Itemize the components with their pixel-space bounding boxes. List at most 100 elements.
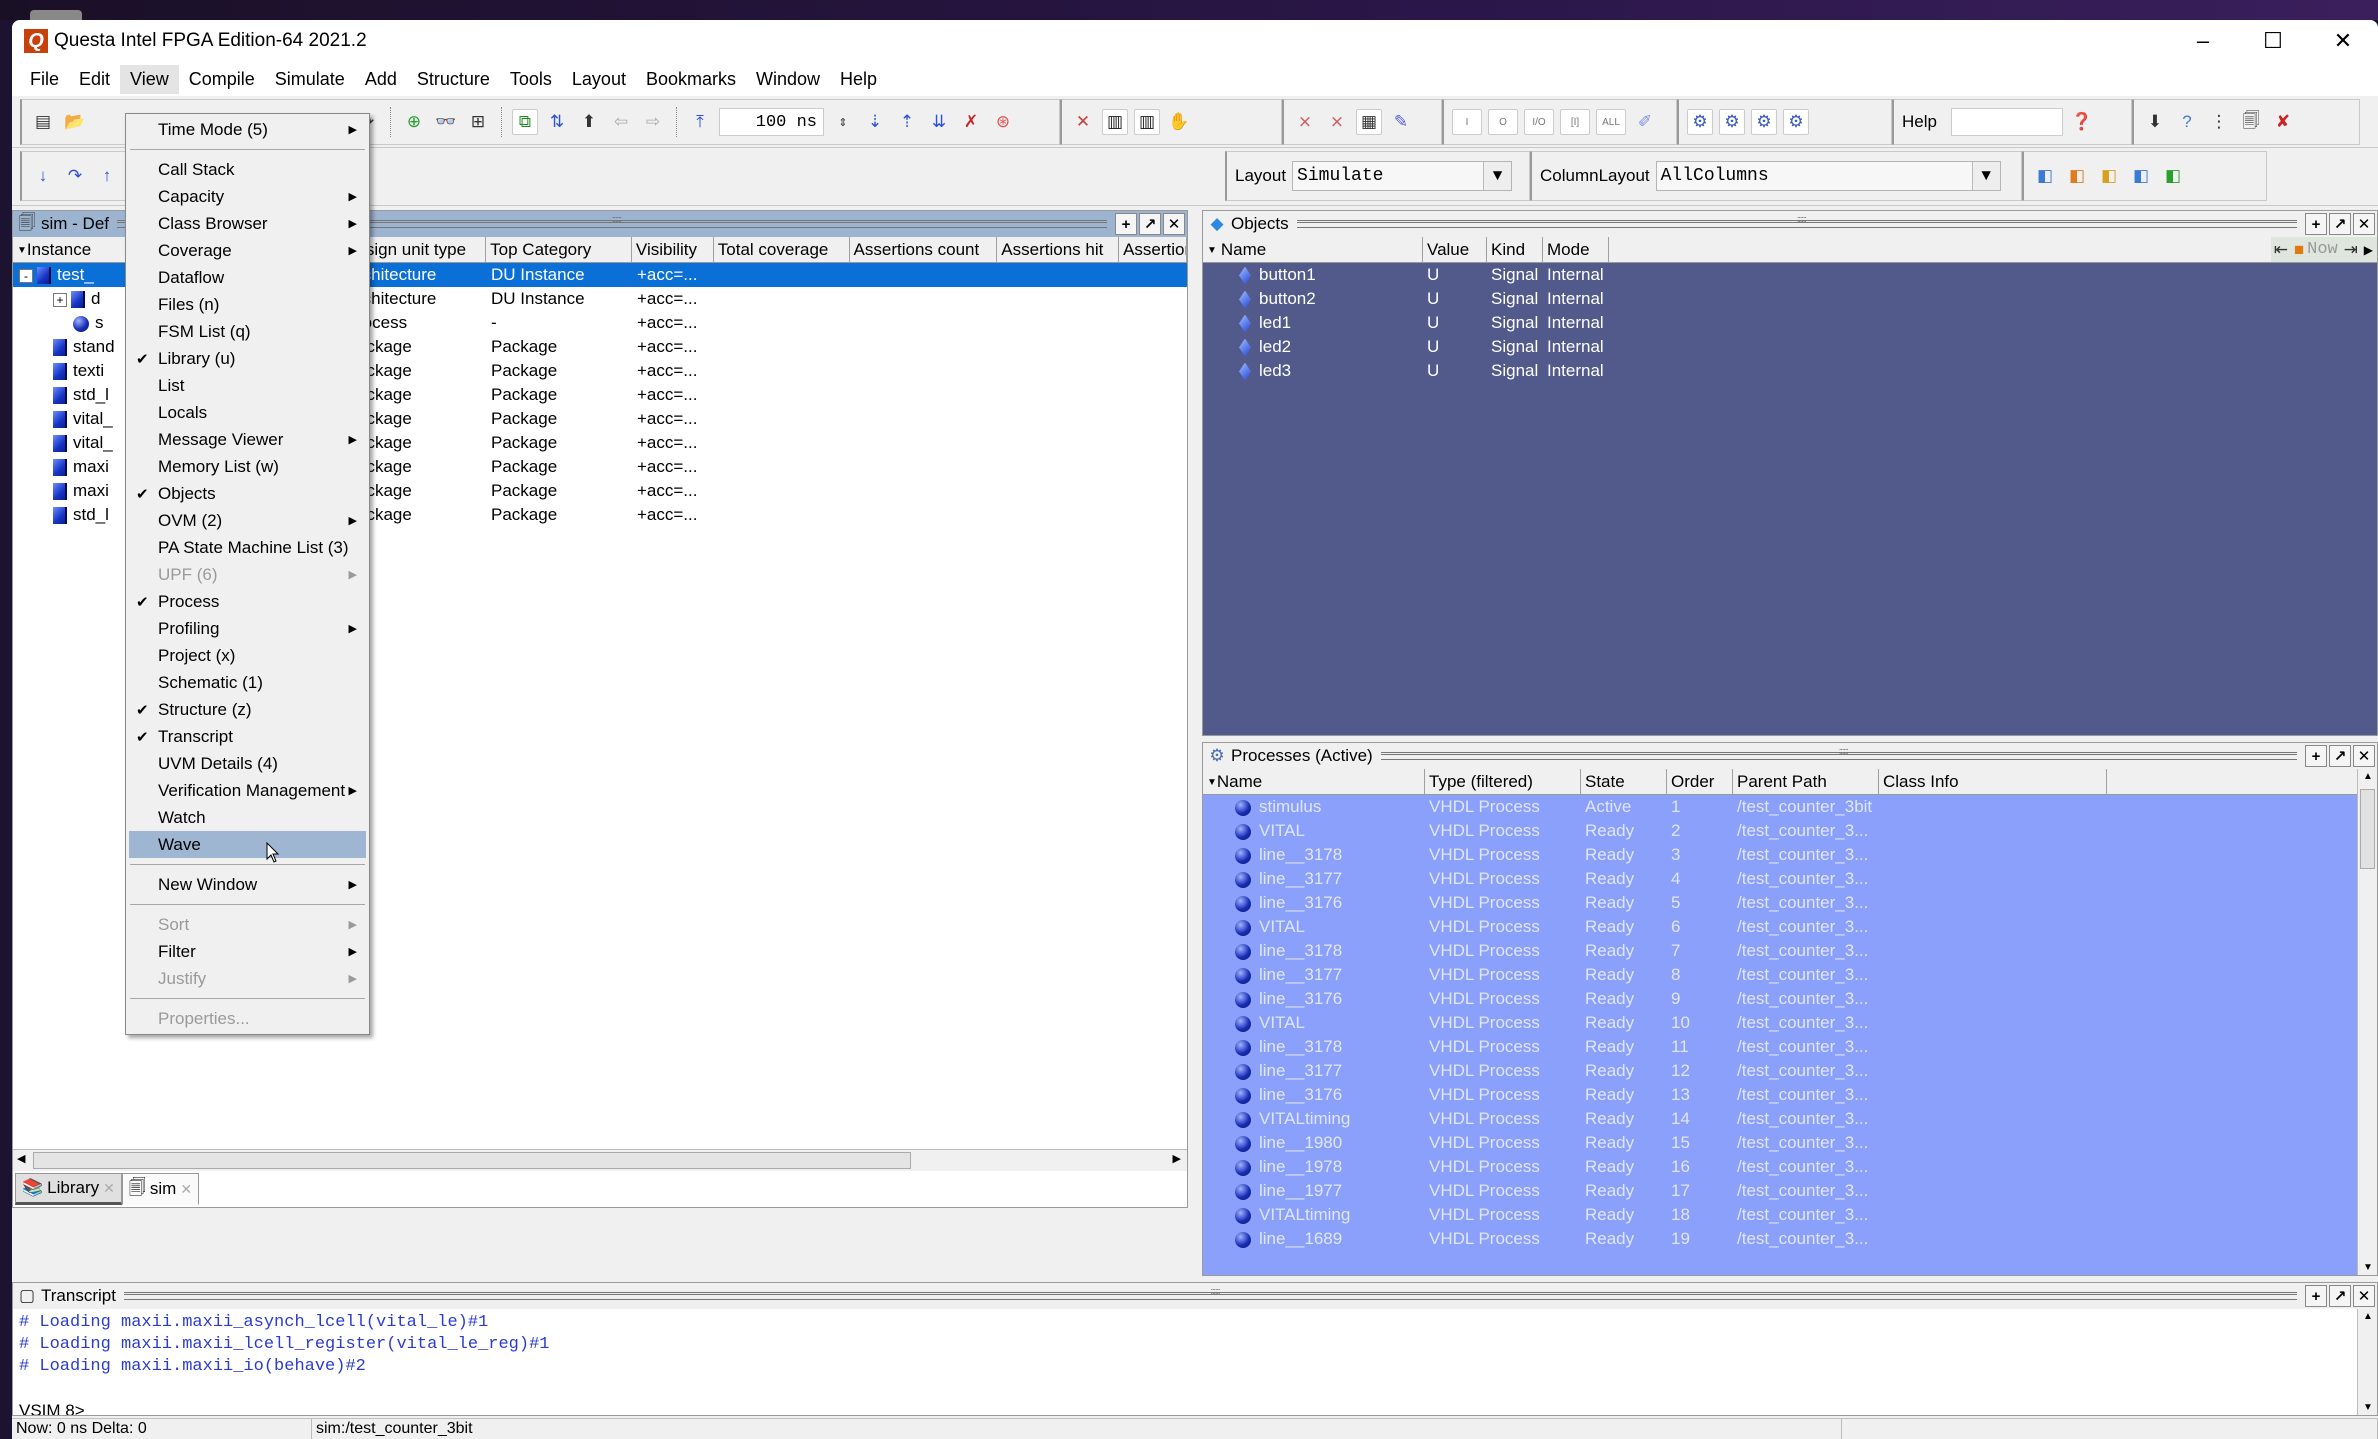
menu-bookmarks[interactable]: Bookmarks	[636, 65, 746, 94]
menu-tools[interactable]: Tools	[500, 65, 562, 94]
process-row[interactable]: line__1980 VHDL Process Ready 15/test_count…	[1203, 1131, 2357, 1155]
object-row[interactable]: button1 U Signal Internal	[1203, 263, 2377, 287]
process-row[interactable]: line__1977 VHDL Process Ready 17/test_count…	[1203, 1179, 2357, 1203]
transcript-vertical-scrollbar[interactable]: ▲ ▼	[2357, 1309, 2377, 1415]
process-row[interactable]: VITAL VHDL Process Ready 2/test_counter_3..…	[1203, 819, 2357, 843]
layout-select[interactable]: Simulate ▼	[1292, 161, 1513, 191]
compile-all-icon[interactable]: ⇅	[544, 109, 570, 135]
column-layout-select[interactable]: AllColumns ▼	[1655, 161, 2001, 191]
find-binoculars-icon[interactable]: 👓	[433, 109, 459, 135]
column-header-class-info[interactable]: Class Info	[1879, 769, 2107, 795]
view-menu-item-structure-z[interactable]: ✔ Structure (z)	[126, 696, 369, 723]
gear-yellow2-icon[interactable]: ⚙	[1751, 109, 1777, 135]
close-doc-icon[interactable]: ✘	[2270, 109, 2296, 135]
pane-drag-handle[interactable]	[1296, 214, 2297, 228]
tab-sim[interactable]: 🗐 sim ✕	[121, 1173, 200, 1205]
restart-icon[interactable]: ⤒	[687, 109, 713, 135]
column-header-mode[interactable]: Mode	[1543, 237, 1609, 263]
pane-close-button[interactable]: ✕	[2353, 745, 2375, 767]
pane-close-button[interactable]: ✕	[2353, 1285, 2375, 1307]
menu-help[interactable]: Help	[830, 65, 887, 94]
close-button[interactable]: ✕	[2308, 20, 2378, 62]
object-row[interactable]: led3 U Signal Internal	[1203, 359, 2377, 383]
break-wave-icon[interactable]: ✕	[1070, 109, 1096, 135]
view-menu-item-call-stack[interactable]: Call Stack	[126, 156, 369, 183]
show-inputs-button[interactable]: I	[1452, 109, 1482, 135]
view-menu-item-pa-state-machine-list-3[interactable]: PA State Machine List (3)	[126, 534, 369, 561]
show-inouts-button[interactable]: I/O	[1524, 109, 1554, 135]
menu-structure[interactable]: Structure	[407, 65, 500, 94]
menu-simulate[interactable]: Simulate	[265, 65, 355, 94]
view-menu-item-transcript[interactable]: ✔ Transcript	[126, 723, 369, 750]
next-transition-icon[interactable]: ⨯	[1324, 109, 1350, 135]
run-length-spinner[interactable]: ⇕	[830, 109, 856, 135]
process-row[interactable]: line__3176 VHDL Process Ready 5/test_counte…	[1203, 891, 2357, 915]
processes-vertical-scrollbar[interactable]: ▲ ▼	[2357, 769, 2377, 1275]
column-header-parent-path[interactable]: Parent Path	[1733, 769, 1879, 795]
view-menu-item-ovm-2[interactable]: OVM (2) ▶	[126, 507, 369, 534]
column-header-assertions-count[interactable]: Assertions count	[850, 237, 998, 263]
view-menu-item-class-browser[interactable]: Class Browser ▶	[126, 210, 369, 237]
process-row[interactable]: VITALtiming VHDL Process Ready 18/test_coun…	[1203, 1203, 2357, 1227]
column-header-kind[interactable]: Kind	[1487, 237, 1543, 263]
tree-expand-icon[interactable]: ⊞	[465, 109, 491, 135]
view-menu-item-schematic-1[interactable]: Schematic (1)	[126, 669, 369, 696]
view-menu-item-objects[interactable]: ✔ Objects	[126, 480, 369, 507]
memory-profile-icon[interactable]: ▥	[1134, 109, 1160, 135]
view-menu-item-coverage[interactable]: Coverage ▶	[126, 237, 369, 264]
column-header-value[interactable]: Value	[1423, 237, 1487, 263]
expand-icon[interactable]: +	[53, 293, 67, 307]
pane-undock-button[interactable]: ↗	[1139, 213, 1161, 235]
view-menu-item-new-window[interactable]: New Window ▶	[126, 871, 369, 898]
process-row[interactable]: VITALtiming VHDL Process Ready 14/test_coun…	[1203, 1107, 2357, 1131]
pane-add-button[interactable]: +	[2305, 745, 2327, 767]
tab-library[interactable]: 📚 Library ✕	[15, 1173, 122, 1205]
run-length-input[interactable]: 100 ns	[719, 108, 824, 136]
process-row[interactable]: VITAL VHDL Process Ready 6/test_counter_3..…	[1203, 915, 2357, 939]
show-internals-button[interactable]: [I]	[1560, 109, 1590, 135]
column-header-order[interactable]: Order	[1667, 769, 1733, 795]
pane-close-button[interactable]: ✕	[1163, 213, 1185, 235]
list-dotted-icon[interactable]: ⋮	[2206, 109, 2232, 135]
help-search-input[interactable]	[1950, 108, 2063, 136]
menu-file[interactable]: File	[20, 65, 69, 94]
scroll-thumb[interactable]	[2360, 789, 2375, 869]
forward-arrow-icon[interactable]: ⇨	[640, 109, 666, 135]
pane-undock-button[interactable]: ↗	[2329, 745, 2351, 767]
next-time-icon[interactable]: ⇥	[2341, 240, 2361, 260]
add-icon[interactable]: ⊕	[401, 109, 427, 135]
column-header-assertion[interactable]: Assertion	[1119, 237, 1187, 263]
gear-red-icon[interactable]: ⚙	[1687, 109, 1713, 135]
column-header-top-category[interactable]: Top Category	[486, 237, 632, 263]
collapse-icon[interactable]: -	[19, 269, 33, 283]
add-layout-icon[interactable]: ◧	[2032, 163, 2058, 189]
compile-icon[interactable]: ⧉	[512, 109, 538, 135]
view-menu-item-library-u[interactable]: ✔ Library (u)	[126, 345, 369, 372]
clear-wave-icon[interactable]: ✎	[1388, 109, 1414, 135]
pane-drag-handle[interactable]	[1380, 746, 2297, 760]
sim-horizontal-scrollbar[interactable]: ◀ ▶	[13, 1149, 1187, 1171]
pane-undock-button[interactable]: ↗	[2329, 213, 2351, 235]
process-row[interactable]: line__1689 VHDL Process Ready 19/test_count…	[1203, 1227, 2357, 1251]
process-row[interactable]: line__3176 VHDL Process Ready 9/test_counte…	[1203, 987, 2357, 1011]
view-menu-item-locals[interactable]: Locals	[126, 399, 369, 426]
view-menu-item-filter[interactable]: Filter ▶	[126, 938, 369, 965]
process-row[interactable]: stimulus VHDL Process Active 1/test_counter…	[1203, 795, 2357, 819]
save-layout-icon[interactable]: ◧	[2128, 163, 2154, 189]
pane-drag-handle[interactable]	[123, 1286, 2297, 1300]
column-header-total-coverage[interactable]: Total coverage	[714, 237, 850, 263]
gear-yellow-icon[interactable]: ⚙	[1719, 109, 1745, 135]
help-search-icon[interactable]: ❓	[2069, 109, 2095, 135]
menu-view[interactable]: View	[120, 64, 179, 94]
apply-layout-icon[interactable]: ◧	[2160, 163, 2186, 189]
menu-layout[interactable]: Layout	[562, 65, 636, 94]
show-all-signals-button[interactable]: ALL	[1596, 109, 1626, 135]
column-header-name[interactable]: ▼ Name	[1203, 769, 1425, 795]
step-out-icon[interactable]: ↑	[94, 163, 120, 189]
new-file-icon[interactable]: ▤	[30, 109, 56, 135]
view-menu-item-profiling[interactable]: Profiling ▶	[126, 615, 369, 642]
up-arrow-icon[interactable]: ⬆	[576, 109, 602, 135]
command-prompt[interactable]: VSIM 8>	[19, 1401, 2351, 1415]
process-row[interactable]: VITAL VHDL Process Ready 10/test_counter_3.…	[1203, 1011, 2357, 1035]
column-header-design-unit-type[interactable]: esign unit type	[352, 237, 487, 263]
